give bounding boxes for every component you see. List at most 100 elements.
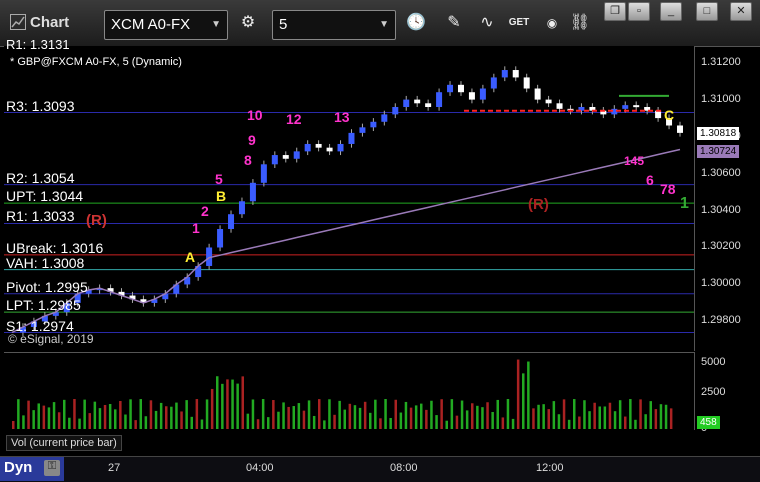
maximize-button[interactable]: □	[696, 2, 718, 21]
marker-6: 6	[646, 172, 654, 188]
volume-bar	[496, 399, 499, 429]
volume-bar	[42, 405, 46, 429]
volume-bar	[542, 404, 545, 429]
volume-bar	[159, 402, 163, 429]
volume-bar	[37, 403, 40, 429]
marker-145: 145	[624, 154, 645, 168]
candle	[282, 155, 289, 159]
volume-bar	[52, 402, 56, 429]
marker-12: 12	[286, 111, 302, 127]
chart-study-icon[interactable]: ∿	[473, 9, 501, 37]
price-tick: 1.29800	[701, 314, 741, 327]
pencil-icon[interactable]: ✎	[440, 9, 468, 37]
volume-bar	[170, 406, 173, 429]
volume-bar	[302, 410, 306, 429]
volume-bar	[516, 359, 520, 429]
volume-bar	[333, 414, 336, 429]
volume-bar	[287, 406, 290, 429]
volume-bar	[501, 417, 505, 429]
volume-bar	[57, 412, 61, 429]
volume-bar	[231, 379, 234, 429]
volume-bar	[654, 409, 658, 429]
volume-bar	[363, 401, 367, 429]
time-axis[interactable]: 27 04:00 08:00 12:00	[0, 456, 760, 482]
chevron-down-icon[interactable]: ▼	[379, 11, 389, 39]
volume-axis[interactable]: 500025000458	[694, 352, 760, 434]
volume-bar	[414, 405, 418, 429]
level-label: Pivot: 1.2995	[6, 278, 88, 295]
restore-button[interactable]: ❐	[604, 2, 626, 21]
volume-bar	[613, 411, 617, 429]
gear-icon[interactable]: ⚙	[234, 9, 262, 37]
volume-bar	[562, 399, 566, 429]
volume-bar	[608, 402, 612, 429]
volume-bar	[256, 419, 260, 429]
marker-r-2: (R)	[528, 196, 549, 213]
price-tick: 1.30400	[701, 203, 741, 216]
volume-bar	[369, 412, 372, 429]
candle	[304, 143, 311, 152]
candle	[479, 88, 486, 100]
volume-bar	[486, 402, 489, 429]
minimize-button[interactable]: _	[660, 2, 682, 21]
price-tick: 1.31000	[701, 92, 741, 105]
marker-b: B	[216, 188, 227, 204]
candle	[655, 110, 662, 119]
volume-bar	[471, 403, 474, 429]
volume-bar	[282, 402, 285, 429]
volume-bar	[47, 407, 51, 429]
candle	[677, 125, 683, 133]
interval-select[interactable]: 5 ▼	[272, 10, 396, 40]
volume-bar	[323, 420, 326, 429]
volume-bar	[639, 399, 642, 429]
lock-icon[interactable]: ⚿	[44, 460, 60, 476]
close-button[interactable]: ✕	[730, 2, 752, 21]
volume-bar	[491, 412, 494, 429]
volume-bar	[664, 404, 668, 429]
volume-pane[interactable]: Vol (current price bar)	[4, 352, 694, 451]
volume-bar	[669, 408, 673, 429]
price-pane[interactable]: R1: 1.3131 * GBP@FXCM A0-FX, 5 (Dynamic)…	[4, 37, 694, 351]
volume-bar	[200, 419, 204, 429]
volume-bar	[190, 416, 193, 429]
volume-bar	[374, 399, 377, 429]
volume-bar	[644, 414, 647, 429]
level-label: R3: 1.3093	[6, 97, 75, 114]
volume-bar	[246, 413, 250, 429]
volume-bar	[567, 419, 571, 429]
volume-bar	[73, 399, 76, 429]
vwap-line	[11, 148, 681, 334]
marker-1: 1	[192, 220, 200, 236]
volume-bar	[307, 400, 311, 429]
volume-bar	[27, 400, 30, 429]
candle	[633, 105, 640, 108]
volume-bar	[210, 388, 214, 429]
volume-bar	[573, 399, 576, 429]
volume-bar	[476, 405, 479, 429]
candle	[468, 92, 475, 100]
pin-button[interactable]: ▫	[628, 2, 650, 21]
marker-78: 78	[660, 181, 676, 197]
volume-bar	[221, 383, 224, 429]
candle	[381, 114, 388, 122]
candle	[392, 107, 399, 115]
chevron-down-icon[interactable]: ▼	[211, 11, 221, 39]
workspace-tab[interactable]: Dyn ⚿	[0, 457, 64, 481]
link-icon[interactable]: ⛓	[566, 9, 594, 37]
symbol-input[interactable]: XCM A0-FX ▼	[104, 10, 228, 40]
volume-bar	[297, 403, 301, 429]
price-axis[interactable]: 1.312001.310001.308001.306001.304001.302…	[694, 46, 760, 351]
get-data-icon[interactable]: GET	[505, 9, 533, 37]
dropdown-icon[interactable]: ◉	[538, 9, 566, 37]
volume-bar	[343, 409, 346, 429]
marker-13: 13	[334, 109, 350, 125]
candle	[271, 155, 278, 165]
volume-bar	[634, 419, 637, 429]
volume-bar	[445, 420, 448, 429]
volume-bar	[593, 402, 596, 429]
volume-bar	[399, 412, 403, 429]
vwap-price-tag: 1.30724	[697, 144, 740, 158]
volume-bar	[537, 404, 540, 429]
volume-bar	[435, 415, 438, 429]
clock-icon[interactable]: 🕓	[402, 9, 430, 37]
